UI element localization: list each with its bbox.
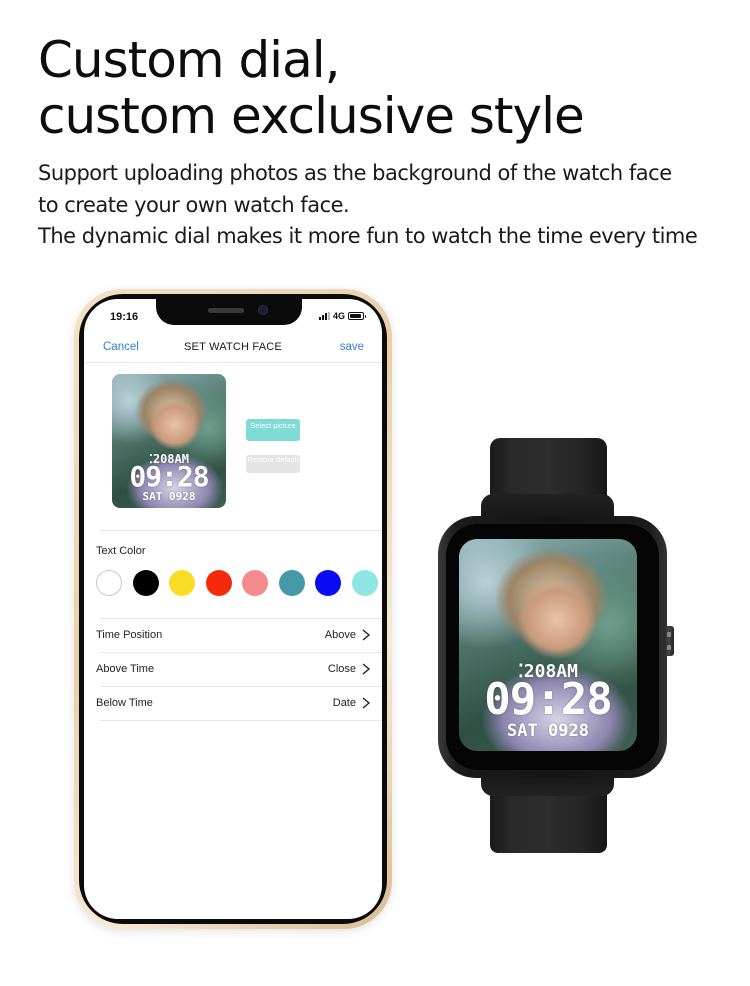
color-swatch-red[interactable] xyxy=(205,570,232,596)
save-button[interactable]: save xyxy=(340,341,364,353)
row-value: Close xyxy=(327,663,356,675)
signal-bars-icon xyxy=(318,312,330,320)
divider xyxy=(100,720,382,721)
restore-default-button[interactable]: Restore default xyxy=(246,455,300,473)
text-color-label: Text Color xyxy=(96,545,146,557)
color-swatch-yellow[interactable] xyxy=(169,570,195,596)
chevron-right-icon xyxy=(362,629,371,641)
description-line-1: Support uploading photos as the backgrou… xyxy=(38,161,672,185)
row-label: Time Position xyxy=(96,629,163,641)
select-picture-button[interactable]: Select picture xyxy=(246,419,300,441)
phone-screen: 19:16 4G Cancel SET WATCH FACE save ⁚208… xyxy=(84,299,382,919)
color-swatch-black[interactable] xyxy=(132,570,159,596)
headline-line-1: Custom dial, xyxy=(38,31,341,89)
row-label: Above Time xyxy=(96,663,155,675)
watch-screen: ⁚208AM 09:28 SAT 0928 xyxy=(459,539,637,751)
smartwatch: ⁚208AM 09:28 SAT 0928 xyxy=(438,438,678,853)
row-value: Above xyxy=(324,629,356,641)
nav-bar: Cancel SET WATCH FACE save xyxy=(84,335,382,363)
phone-mockup: 19:16 4G Cancel SET WATCH FACE save ⁚208… xyxy=(74,289,392,929)
description-line-3: The dynamic dial makes it more fun to wa… xyxy=(38,224,698,248)
watch-time: 09:28 xyxy=(484,674,612,725)
headline-line-2: custom exclusive style xyxy=(38,87,585,145)
page-title: SET WATCH FACE xyxy=(184,341,282,353)
watch-crown-button xyxy=(664,626,674,656)
battery-icon xyxy=(348,312,366,320)
settings-row-below-time[interactable]: Below Time Date xyxy=(96,687,382,721)
color-swatch-teal[interactable] xyxy=(278,570,305,596)
phone-notch xyxy=(156,299,302,325)
watch-face-preview[interactable]: ⁚208AM 09:28 SAT 0928 xyxy=(112,374,226,508)
color-swatch-pink[interactable] xyxy=(242,570,268,596)
camera-icon xyxy=(258,305,268,315)
status-time: 19:16 xyxy=(110,311,139,323)
chevron-right-icon xyxy=(362,697,371,709)
preview-date: SAT 0928 xyxy=(142,490,196,503)
chevron-right-icon xyxy=(362,663,371,675)
divider xyxy=(100,530,382,531)
network-type: 4G xyxy=(332,311,345,321)
color-swatch-blue[interactable] xyxy=(315,570,341,596)
status-indicators: 4G xyxy=(318,311,366,321)
row-value: Date xyxy=(332,697,356,709)
row-label: Below Time xyxy=(96,697,153,709)
color-swatch-white[interactable] xyxy=(96,570,122,596)
description: Support uploading photos as the backgrou… xyxy=(38,158,698,253)
color-swatch-aqua[interactable] xyxy=(351,570,378,596)
headline: Custom dial, custom exclusive style xyxy=(38,31,585,145)
settings-row-above-time[interactable]: Above Time Close xyxy=(96,653,382,687)
preview-time: 09:28 xyxy=(129,460,209,493)
description-line-2: to create your own watch face. xyxy=(38,192,350,217)
speaker-icon xyxy=(208,308,244,313)
settings-row-time-position[interactable]: Time Position Above xyxy=(96,619,382,653)
color-swatches xyxy=(96,570,378,596)
watch-date: SAT 0928 xyxy=(507,721,589,741)
battery-level xyxy=(350,314,361,318)
